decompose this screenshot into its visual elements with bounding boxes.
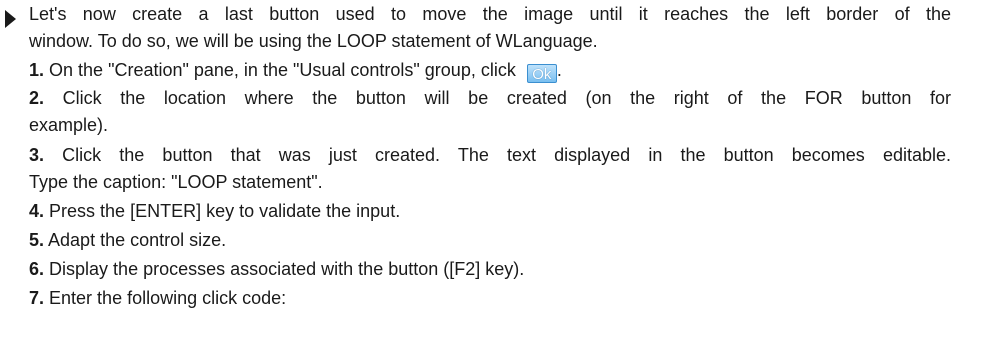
- step-number: 3.: [29, 145, 45, 165]
- step-5: 5. Adapt the control size.: [29, 227, 226, 254]
- step-text: Click the button that was just created. …: [62, 145, 951, 165]
- step-1: 1. On the "Creation" pane, in the "Usual…: [29, 57, 562, 84]
- intro-line-2: window. To do so, we will be using the L…: [29, 31, 598, 51]
- step-text: Enter the following click code:: [49, 288, 287, 308]
- step-number: 5.: [29, 230, 45, 250]
- step-text-end: .: [556, 60, 562, 80]
- step-7: 7. Enter the following click code:: [29, 285, 286, 312]
- step-3-line-2: Type the caption: "LOOP statement".: [29, 172, 323, 192]
- step-number: 2.: [29, 88, 45, 108]
- intro-line-1: Let's now create a last button used to m…: [29, 4, 951, 24]
- step-text: Click the location where the button will…: [62, 88, 951, 108]
- step-text: Display the processes associated with th…: [49, 259, 525, 279]
- step-text: Adapt the control size.: [48, 230, 227, 250]
- step-3-line-1: 3. Click the button that was just create…: [29, 142, 951, 169]
- step-text: Press the [ENTER] key to validate the in…: [49, 201, 401, 221]
- triangle-bullet-icon: [5, 10, 16, 28]
- step-2-line-2: example).: [29, 115, 109, 135]
- step-number: 1.: [29, 60, 45, 80]
- step-text: On the "Creation" pane, in the "Usual co…: [49, 60, 516, 80]
- document-page: Let's now create a last button used to m…: [0, 0, 983, 352]
- step-4: 4. Press the [ENTER] key to validate the…: [29, 198, 400, 225]
- step-number: 6.: [29, 259, 45, 279]
- step-number: 4.: [29, 201, 45, 221]
- step-6: 6. Display the processes associated with…: [29, 256, 524, 283]
- ok-button-icon: Ok: [526, 64, 557, 83]
- step-2-line-1: 2. Click the location where the button w…: [29, 85, 951, 112]
- step-number: 7.: [29, 288, 45, 308]
